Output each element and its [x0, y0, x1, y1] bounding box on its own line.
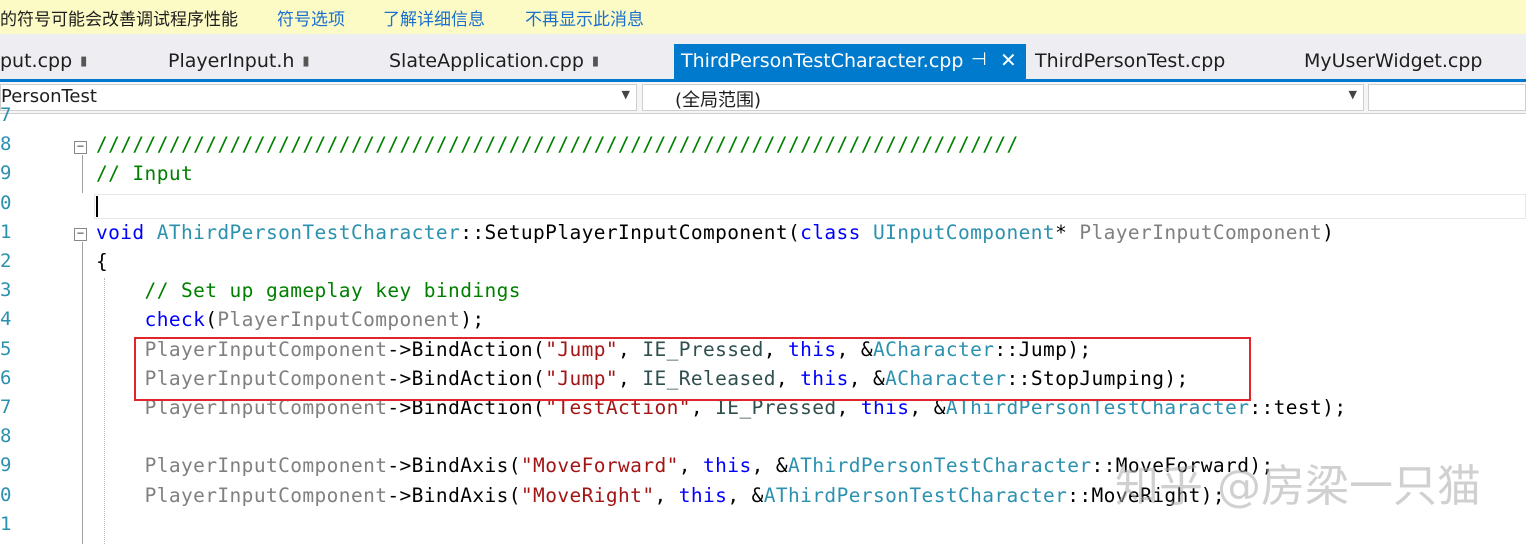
- chevron-down-icon: ▼: [621, 88, 630, 101]
- code-token: ->BindAxis(: [387, 454, 521, 478]
- code-line[interactable]: void AThirdPersonTestCharacter::SetupPla…: [96, 221, 1334, 244]
- line-number: 7: [0, 104, 12, 126]
- code-token: ): [1322, 220, 1335, 244]
- code-token: "MoveRight": [520, 483, 655, 507]
- code-token: // Set up gameplay key bindings: [96, 279, 521, 303]
- collapse-toggle[interactable]: −: [74, 140, 87, 154]
- code-token: ::SetupPlayerInputComponent(: [460, 220, 801, 244]
- code-token: PlayerInputComponent: [144, 483, 388, 507]
- chevron-down-icon: ▼: [1348, 88, 1357, 101]
- code-token: UInputComponent: [872, 220, 1056, 244]
- scope-dropdown[interactable]: (全局范围) ▼: [642, 84, 1364, 111]
- code-token: );: [460, 308, 485, 332]
- info-message: 的符号可能会改善调试程序性能: [0, 10, 238, 30]
- line-number: 1: [0, 512, 12, 535]
- tab-myuserwidget-cpp[interactable]: MyUserWidget.cpp: [1304, 44, 1482, 80]
- line-number: 8: [0, 133, 12, 156]
- member-dropdown[interactable]: [1368, 84, 1526, 111]
- line-number: 3: [0, 279, 12, 302]
- tab-label: SlateApplication.cpp: [389, 50, 584, 72]
- line-number: 6: [0, 366, 12, 389]
- tab-label: MyUserWidget.cpp: [1304, 50, 1483, 72]
- tab-put-cpp[interactable]: put.cpp ▮: [0, 44, 87, 80]
- code-token: void: [96, 220, 145, 244]
- tab-label: ThirdPersonTestCharacter.cpp: [681, 50, 964, 72]
- code-token: (: [205, 308, 218, 332]
- document-tab-bar: put.cpp ▮ PlayerInput.h ▮ SlateApplication…: [0, 34, 1526, 80]
- code-token: PlayerInputComponent: [217, 308, 461, 332]
- code-token: {: [96, 250, 109, 273]
- project-dropdown[interactable]: PersonTest ▼: [0, 84, 637, 111]
- dont-show-again-link[interactable]: 不再显示此消息: [525, 5, 644, 30]
- watermark: 知乎 @房梁一只猫: [1115, 461, 1481, 512]
- lock-icon: ▮: [302, 54, 310, 69]
- close-icon[interactable]: ✕: [1000, 48, 1017, 72]
- tab-slateapplication-cpp[interactable]: SlateApplication.cpp ▮: [389, 44, 599, 80]
- tab-label: ThirdPersonTest.cpp: [1035, 50, 1226, 72]
- line-number: 0: [0, 191, 12, 214]
- code-token: this: [678, 483, 728, 507]
- line-number: 9: [0, 454, 12, 477]
- code-token: *: [1055, 220, 1080, 244]
- code-token: AThirdPersonTestCharacter: [156, 220, 461, 244]
- line-number: 5: [0, 337, 12, 360]
- code-token: ::test);: [1249, 396, 1347, 419]
- line-number: 9: [0, 162, 12, 185]
- code-token: ////////////////////////////////////////…: [96, 133, 1019, 157]
- code-token: , &: [727, 483, 764, 507]
- code-line[interactable]: check(PlayerInputComponent);: [96, 308, 485, 331]
- tab-thirdpersontestcharacter-cpp[interactable]: ThirdPersonTestCharacter.cpp ⊣ ✕: [674, 44, 1026, 80]
- code-line[interactable]: ////////////////////////////////////////…: [96, 133, 1019, 156]
- code-token: ->BindAxis(: [387, 483, 521, 507]
- lock-icon: ▮: [80, 54, 88, 69]
- navigation-bar: PersonTest ▼ (全局范围) ▼: [0, 82, 1526, 114]
- lock-icon: ▮: [591, 54, 600, 69]
- text-caret: [96, 196, 98, 217]
- code-line[interactable]: // Set up gameplay key bindings: [96, 279, 521, 302]
- code-token: PlayerInputComponent: [144, 454, 388, 478]
- tab-label: PlayerInput.h: [168, 50, 295, 72]
- code-token: check: [144, 308, 206, 332]
- code-token: AThirdPersonTestCharacter: [763, 483, 1068, 507]
- current-line-indicator: [94, 194, 1526, 219]
- symbol-options-link[interactable]: 符号选项: [277, 5, 345, 30]
- code-token: "MoveForward": [520, 454, 679, 478]
- code-editor[interactable]: − − 7 8 9 0 1 2 3 4 5 6 7 8 9 0 1 ////////////////////…: [0, 104, 1526, 544]
- line-number: 8: [0, 425, 12, 448]
- code-token: , &: [751, 454, 789, 478]
- code-token: class: [800, 220, 861, 244]
- code-line[interactable]: // Input: [96, 162, 193, 185]
- annotation-highlight-box: [134, 337, 1251, 401]
- collapse-toggle[interactable]: −: [74, 227, 87, 241]
- code-token: AThirdPersonTestCharacter: [788, 454, 1092, 478]
- line-number: 1: [0, 220, 12, 243]
- line-number: 4: [0, 308, 12, 331]
- learn-more-link[interactable]: 了解详细信息: [383, 5, 485, 30]
- code-line[interactable]: PlayerInputComponent->BindAxis("MoveForw…: [96, 454, 1274, 477]
- project-dropdown-value: PersonTest: [1, 86, 97, 107]
- pin-icon[interactable]: ⊣: [971, 49, 987, 70]
- code-line[interactable]: {: [96, 250, 108, 273]
- info-bar: 的符号可能会改善调试程序性能 符号选项 了解详细信息 不再显示此消息: [0, 0, 1526, 35]
- line-number: 2: [0, 250, 12, 272]
- line-number: 0: [0, 483, 12, 506]
- fold-region-line: [82, 155, 83, 193]
- tab-label: put.cpp: [0, 50, 73, 72]
- fold-region-line: [82, 242, 83, 544]
- scope-dropdown-value: (全局范围): [675, 90, 762, 111]
- code-token: // Input: [96, 162, 194, 186]
- code-token: ,: [678, 454, 704, 478]
- tab-thirdpersontest-cpp[interactable]: ThirdPersonTest.cpp: [1035, 44, 1225, 80]
- code-token: this: [703, 454, 752, 478]
- line-number: 7: [0, 396, 12, 418]
- code-line[interactable]: PlayerInputComponent->BindAxis("MoveRigh…: [96, 484, 1225, 507]
- code-token: ,: [654, 483, 679, 507]
- code-token: PlayerInputComponent: [1079, 220, 1323, 244]
- tab-playerinput-h[interactable]: PlayerInput.h ▮: [168, 44, 310, 80]
